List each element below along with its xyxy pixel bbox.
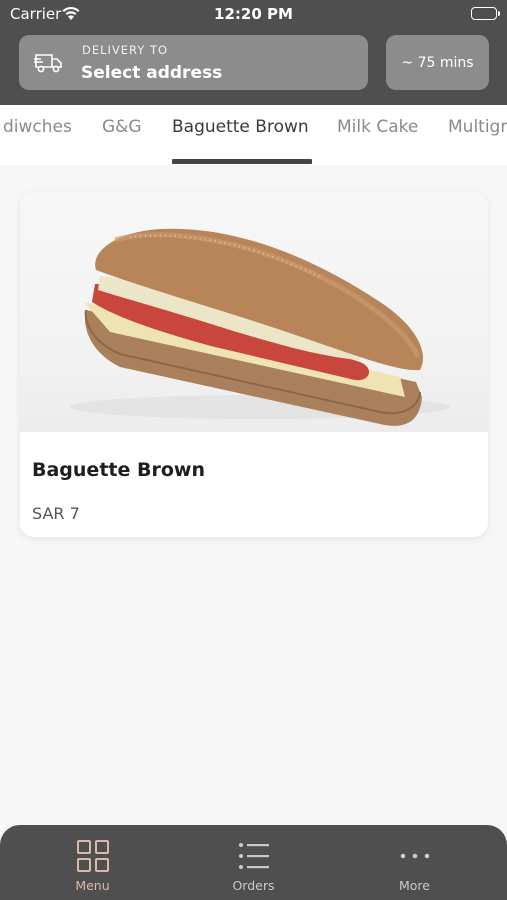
tab-baguette-brown[interactable]: Baguette Brown — [172, 117, 309, 137]
nav-menu[interactable]: Menu — [8, 825, 177, 900]
eta-label: ~ 75 mins — [401, 54, 474, 71]
category-tabs: diwches G&G Baguette Brown Milk Cake Mul… — [0, 105, 507, 165]
product-card[interactable]: Baguette Brown SAR 7 — [20, 192, 488, 537]
product-price: SAR 7 — [32, 504, 80, 523]
bottom-navigation: Menu Orders More — [0, 825, 507, 900]
nav-orders-label: Orders — [232, 878, 275, 893]
status-bar: Carrier 12:20 PM — [0, 0, 507, 28]
tab-milk-cake[interactable]: Milk Cake — [337, 117, 418, 137]
eta-button[interactable]: ~ 75 mins — [386, 35, 489, 90]
product-name: Baguette Brown — [32, 459, 205, 481]
list-icon — [238, 843, 269, 869]
tab-multigrain[interactable]: Multigr — [448, 117, 507, 137]
delivery-to-label: DELIVERY TO — [82, 43, 169, 57]
more-dots-icon — [400, 853, 429, 859]
grid-icon — [76, 840, 109, 872]
clock: 12:20 PM — [214, 5, 293, 23]
address-value: Select address — [81, 63, 223, 83]
active-tab-indicator — [172, 159, 312, 164]
battery-icon — [471, 7, 500, 20]
nav-more[interactable]: More — [330, 825, 499, 900]
delivery-truck-icon — [34, 54, 62, 73]
delivery-address-button[interactable]: DELIVERY TO Select address — [19, 35, 368, 90]
tab-sandwiches[interactable]: diwches — [3, 117, 72, 137]
product-image — [20, 192, 488, 432]
nav-more-label: More — [399, 878, 430, 893]
nav-orders[interactable]: Orders — [169, 825, 338, 900]
tab-g-and-g[interactable]: G&G — [102, 117, 142, 137]
nav-menu-label: Menu — [75, 878, 110, 893]
top-header: Carrier 12:20 PM DELIVERY TO Select addr… — [0, 0, 507, 105]
